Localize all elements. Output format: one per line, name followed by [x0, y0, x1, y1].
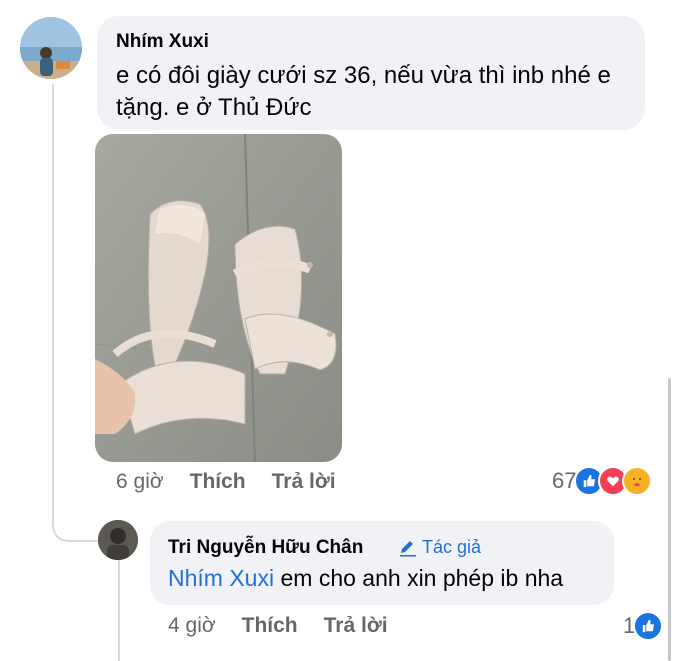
- comment-time[interactable]: 6 giờ: [116, 470, 164, 494]
- comment-author[interactable]: Nhím Xuxi: [116, 31, 209, 53]
- reply-reaction-summary[interactable]: 1: [623, 611, 664, 641]
- reply-button[interactable]: Trả lời: [272, 470, 336, 494]
- avatar-photo: [20, 17, 82, 79]
- mention-link[interactable]: Nhím Xuxi: [168, 565, 274, 591]
- shoes-photo: [95, 134, 342, 462]
- like-button[interactable]: Thích: [190, 470, 246, 494]
- comment-text: e có đôi giày cưới sz 36, nếu vừa thì in…: [116, 62, 611, 121]
- reply-text: Nhím Xuxi em cho anh xin phép ib nha: [168, 565, 563, 592]
- like-icon: [633, 611, 664, 641]
- reaction-summary[interactable]: 67: [552, 466, 653, 496]
- comment-actions: 6 giờ Thích Trả lời: [116, 470, 362, 494]
- reply-button[interactable]: Trả lời: [324, 614, 388, 638]
- comment-photo[interactable]: [95, 134, 342, 462]
- avatar[interactable]: [20, 17, 82, 79]
- reply-bubble: [150, 521, 614, 605]
- care-icon: [622, 466, 653, 496]
- reply-time[interactable]: 4 giờ: [168, 614, 216, 638]
- scrollbar[interactable]: [668, 378, 671, 661]
- pencil-icon: [400, 540, 416, 556]
- reaction-count: 67: [552, 468, 577, 493]
- reply-author[interactable]: Tri Nguyễn Hữu Chân: [168, 537, 363, 559]
- reply-actions: 4 giờ Thích Trả lời: [168, 614, 414, 638]
- reply-text-body: em cho anh xin phép ib nha: [274, 565, 564, 591]
- thread-line: [52, 84, 54, 514]
- reply-thread-line: [118, 560, 120, 661]
- avatar-photo: [98, 520, 138, 560]
- author-badge-label: Tác giả: [422, 537, 482, 557]
- reply-avatar[interactable]: [98, 520, 138, 560]
- author-badge: Tác giả: [398, 537, 481, 558]
- like-button[interactable]: Thích: [242, 614, 298, 638]
